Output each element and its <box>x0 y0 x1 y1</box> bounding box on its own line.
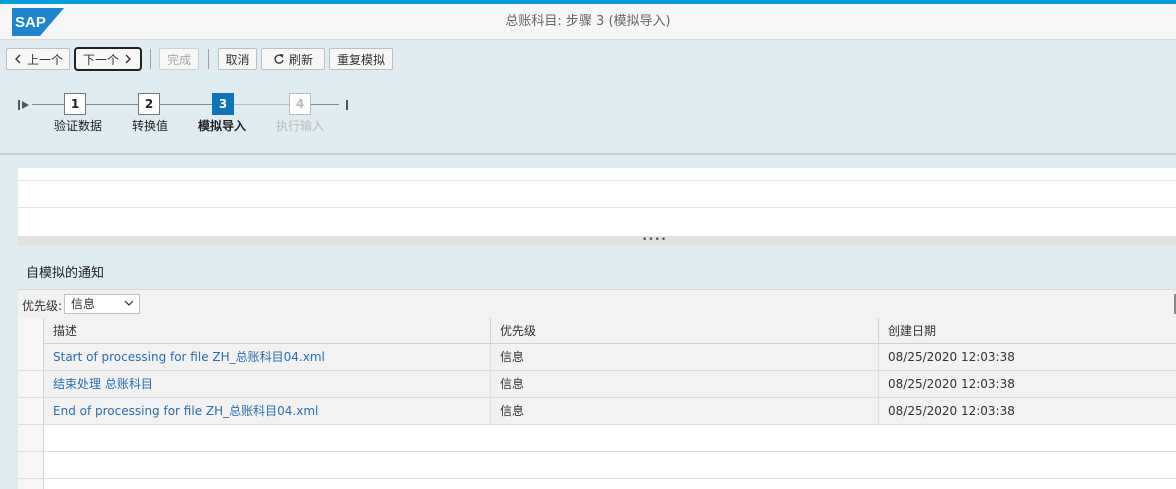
roadmap-connector <box>234 104 289 105</box>
row-created: 08/25/2020 12:03:38 <box>888 404 1015 418</box>
step-1-number[interactable]: 1 <box>64 93 86 115</box>
empty-row <box>18 168 1176 181</box>
row-selector[interactable] <box>18 371 44 398</box>
messages-filter-bar: 优先级: 信息 <box>18 289 1176 318</box>
next-button[interactable]: 下一个 <box>74 47 142 71</box>
step-3-label: 模拟导入 <box>198 119 247 133</box>
refresh-label: 刷新 <box>288 52 313 67</box>
roadmap-connector <box>160 104 212 105</box>
previous-button[interactable]: 上一个 <box>6 48 70 70</box>
refresh-icon <box>274 54 284 64</box>
roadmap-connector <box>311 104 339 105</box>
row-selector[interactable] <box>18 425 44 452</box>
previous-label: 上一个 <box>26 52 63 67</box>
row-created: 08/25/2020 12:03:38 <box>888 350 1015 364</box>
shell-header: SAP 总账科目: 步骤 3 (模拟导入) <box>0 4 1176 40</box>
refresh-button[interactable]: 刷新 <box>261 48 325 70</box>
wizard-roadmap: 1 验证数据 2 转换值 3 模拟导入 4 执行输入 <box>0 79 1176 155</box>
cancel-button[interactable]: 取消 <box>218 48 257 70</box>
chevron-left-icon <box>14 54 21 64</box>
column-header-priority[interactable]: 优先级 <box>491 318 879 344</box>
step-3-number[interactable]: 3 <box>212 93 234 115</box>
empty-row <box>18 181 1176 208</box>
page-title: 总账科目: 步骤 3 (模拟导入) <box>505 14 671 29</box>
toolbar: 上一个 下一个 完成 取消 刷新 重复模拟 <box>0 41 1176 79</box>
roadmap-end-icon <box>346 100 348 110</box>
roadmap-connector <box>86 104 138 105</box>
row-priority: 信息 <box>491 398 879 425</box>
step-2-number[interactable]: 2 <box>138 93 160 115</box>
toolbar-separator <box>208 49 209 69</box>
panel-splitter[interactable]: •••• <box>18 236 1176 246</box>
empty-table-row <box>44 425 1176 452</box>
row-description[interactable]: Start of processing for file ZH_总账科目04.x… <box>44 344 491 371</box>
chevron-right-icon <box>125 54 131 64</box>
splitter-grip-icon: •••• <box>642 235 668 245</box>
table-row[interactable]: End of processing for file ZH_总账科目04.xml… <box>44 398 1176 425</box>
row-selector[interactable] <box>18 398 44 425</box>
upper-panel <box>18 168 1176 236</box>
finish-label: 完成 <box>166 52 191 67</box>
chevron-down-icon <box>124 300 134 306</box>
finish-button[interactable]: 完成 <box>159 48 199 70</box>
row-selector[interactable] <box>18 452 44 479</box>
cancel-label: 取消 <box>225 52 250 67</box>
empty-table-row <box>44 452 1176 479</box>
row-priority: 信息 <box>491 344 879 371</box>
resimulate-button[interactable]: 重复模拟 <box>329 48 393 70</box>
empty-row <box>18 208 1176 235</box>
toolbar-separator <box>150 49 151 69</box>
table-header: 描述 优先级 创建日期 <box>18 318 1176 344</box>
table-row[interactable]: Start of processing for file ZH_总账科目04.x… <box>44 344 1176 371</box>
priority-filter-label: 优先级: <box>22 299 63 313</box>
step-1-label: 验证数据 <box>54 119 103 133</box>
resimulate-label: 重复模拟 <box>336 52 385 67</box>
roadmap-connector <box>32 104 64 105</box>
column-header-description[interactable]: 描述 <box>44 318 491 344</box>
priority-select-value: 信息 <box>71 297 96 311</box>
row-selector[interactable] <box>18 344 44 371</box>
row-description[interactable]: End of processing for file ZH_总账科目04.xml <box>44 398 491 425</box>
row-created: 08/25/2020 12:03:38 <box>888 377 1015 391</box>
priority-select[interactable]: 信息 <box>64 294 140 314</box>
column-header-created[interactable]: 创建日期 <box>879 318 1176 344</box>
table-row[interactable]: 结束处理 总账科目 信息 08/25/2020 12:03:38 <box>44 371 1176 398</box>
row-selector-column[interactable] <box>18 318 44 489</box>
row-priority: 信息 <box>491 371 879 398</box>
next-label: 下一个 <box>82 52 119 67</box>
roadmap-start-icon <box>18 100 29 110</box>
messages-title: 自模拟的通知 <box>26 266 105 281</box>
messages-table: 描述 优先级 创建日期 Start of processing for file… <box>18 318 1176 489</box>
step-4-number: 4 <box>289 93 311 115</box>
step-2-label: 转换值 <box>132 119 169 133</box>
row-description[interactable]: 结束处理 总账科目 <box>44 371 491 398</box>
step-4-label: 执行输入 <box>276 119 325 133</box>
